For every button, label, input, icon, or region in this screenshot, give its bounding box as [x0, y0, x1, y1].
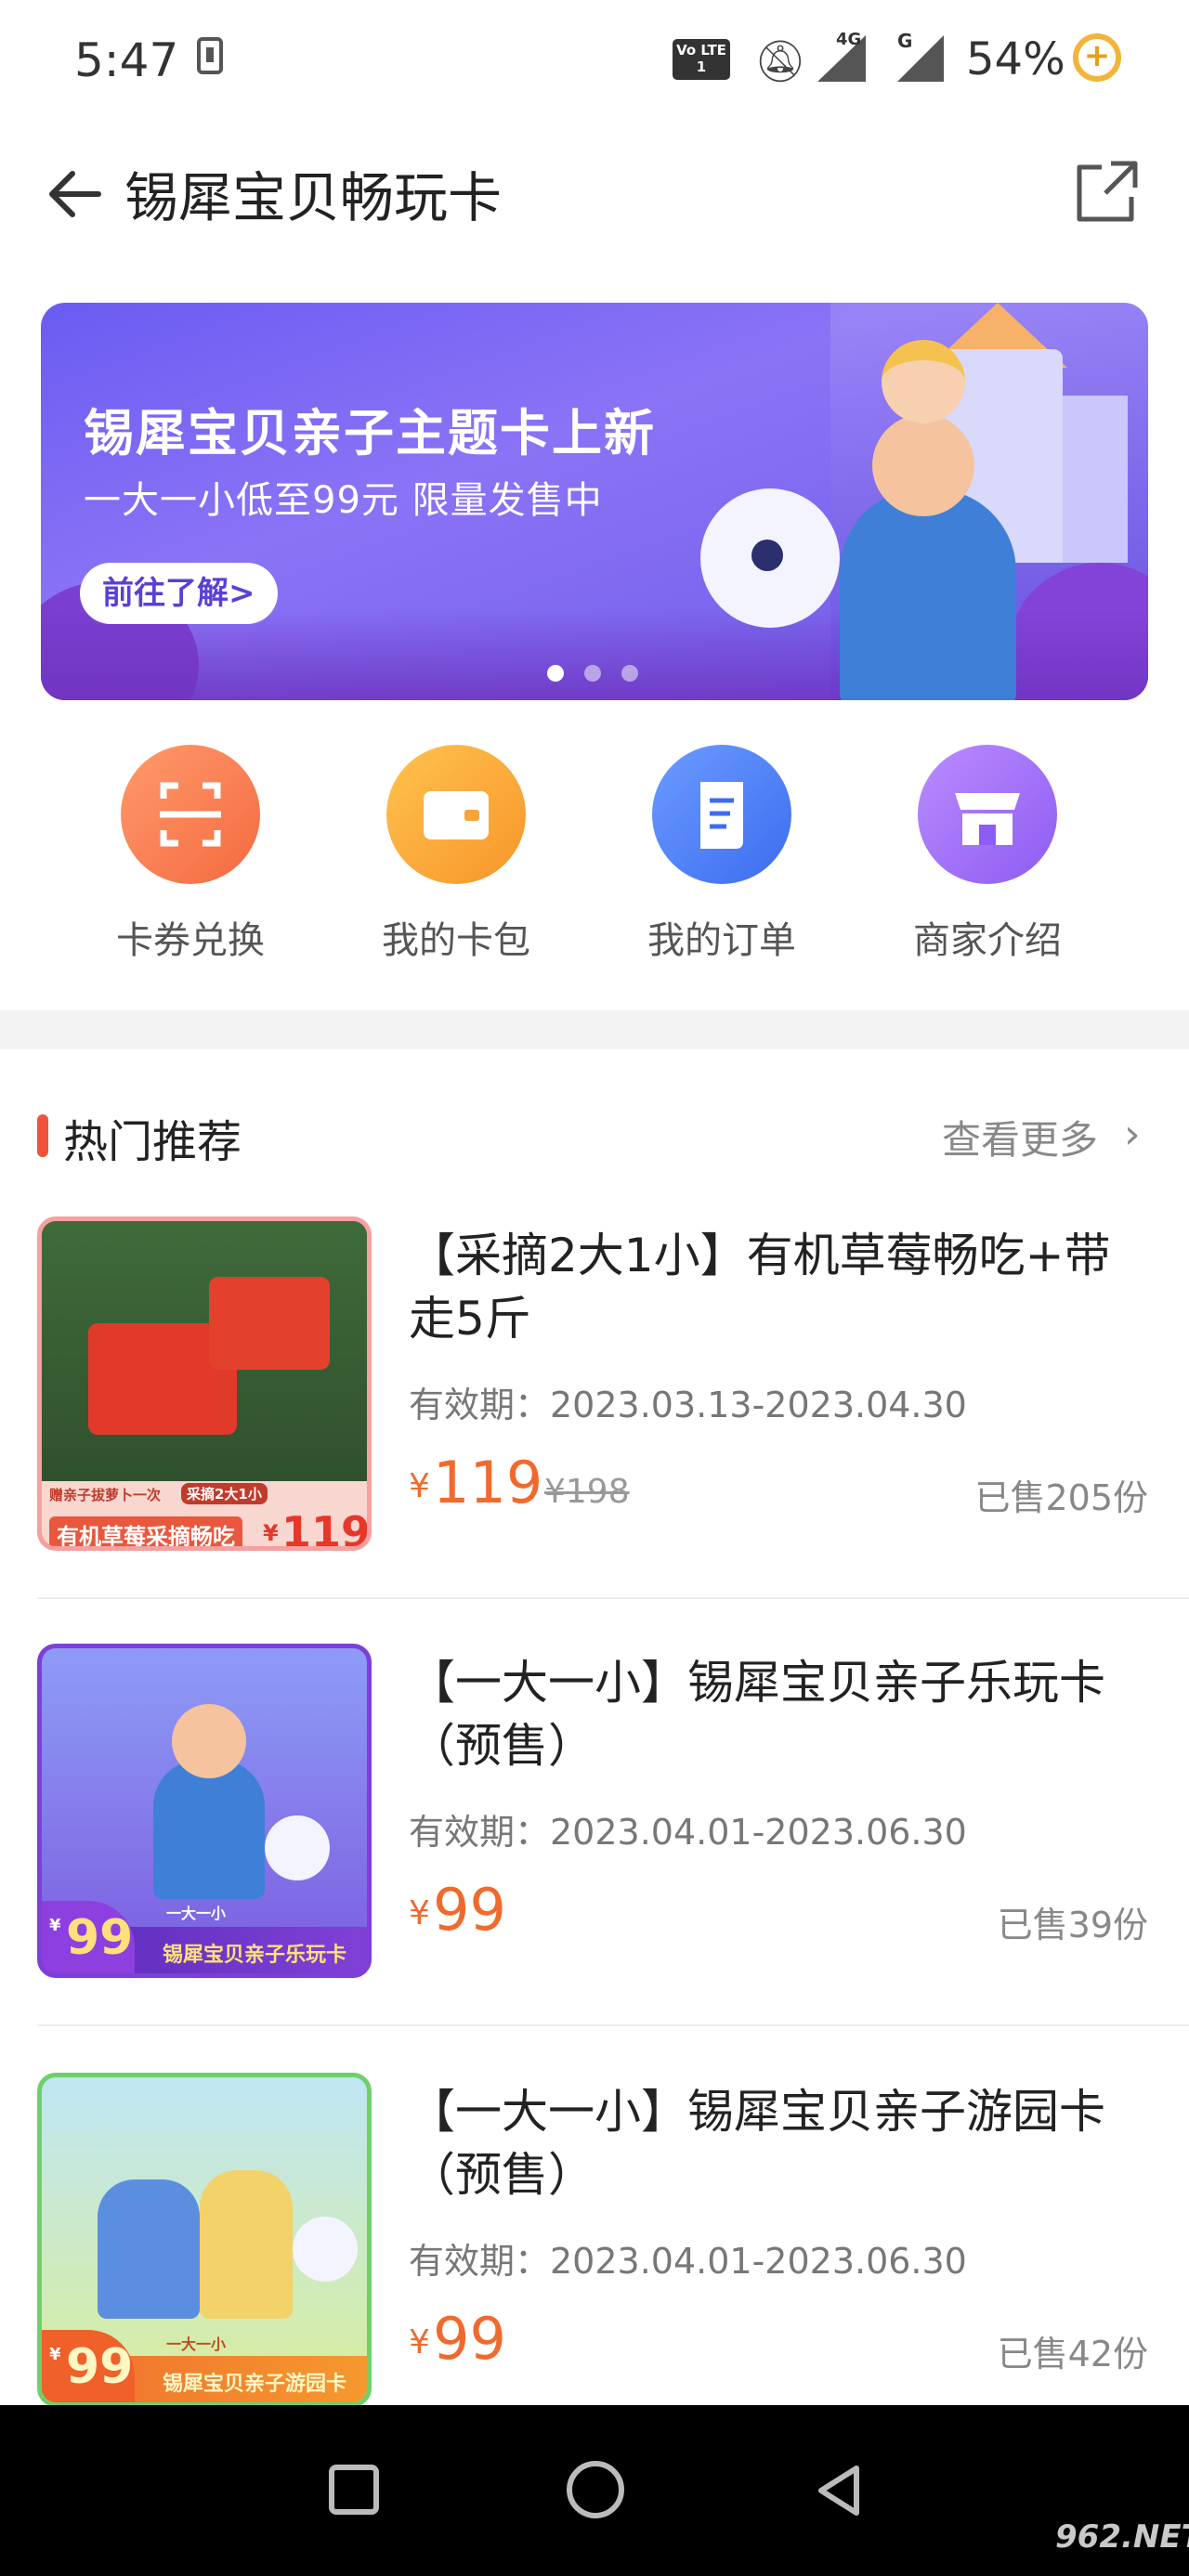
sold-count: 已售39份	[997, 1905, 1148, 1945]
status-bar: 5:47 Vo LTE 1 🔕︎ 4G G 54% +	[0, 0, 1189, 121]
signal-g-label: G	[897, 30, 913, 52]
action-label: 我的卡包	[382, 919, 530, 962]
thumb-tag: 赠亲子拔萝卜一次	[49, 1487, 162, 1503]
strawberry-basket	[209, 1277, 330, 1370]
thumb-price-currency: ¥	[263, 1520, 279, 1546]
section-separator	[0, 1010, 1189, 1049]
volte-icon: Vo LTE 1	[673, 39, 730, 80]
action-merchant-intro[interactable]: 商家介绍	[855, 734, 1120, 975]
product-item[interactable]: 一大一小 锡犀宝贝亲子乐玩卡 99 ¥ 【一大一小】锡犀宝贝亲子乐玩卡（预售） …	[0, 1644, 1189, 2073]
banner-dot-active[interactable]	[547, 665, 564, 682]
price-currency: ¥	[409, 1467, 430, 1505]
see-more-link[interactable]: 查看更多	[942, 1109, 1098, 1165]
action-label: 商家介绍	[913, 919, 1062, 962]
product-name: 【采摘2大1小】有机草莓畅吃+带走5斤	[409, 1229, 1111, 1346]
sold-count: 已售42份	[997, 2334, 1148, 2374]
share-icon[interactable]	[1074, 158, 1141, 225]
action-redeem-coupon[interactable]: 卡券兑换	[58, 734, 323, 975]
section-accent-bar	[37, 1114, 48, 1157]
castle-tower	[1063, 396, 1128, 563]
thumb-tag: 一大一小	[166, 1905, 227, 1922]
product-thumbnail: 一大一小 锡犀宝贝亲子游园卡 99 ¥	[37, 2073, 372, 2407]
store-icon	[918, 745, 1057, 884]
chevron-right-icon[interactable]: ›	[1124, 1111, 1141, 1158]
back-button[interactable]	[810, 2461, 869, 2520]
battery-level: 54%	[966, 33, 1065, 85]
action-my-wallet[interactable]: 我的卡包	[323, 734, 589, 975]
father-illustration	[98, 2179, 200, 2319]
child-illustration	[172, 1704, 246, 1778]
thumb-price-currency: ¥	[49, 2345, 61, 2364]
father-head	[872, 414, 974, 516]
mother-illustration	[200, 2170, 293, 2319]
mute-bell-icon: 🔕︎	[754, 38, 806, 85]
list-divider	[37, 1597, 1189, 1599]
price-currency: ¥	[409, 1894, 430, 1932]
action-label: 卡券兑换	[116, 919, 265, 962]
original-price: ¥198	[544, 1473, 630, 1511]
promo-banner[interactable]: 锡犀宝贝亲子主题卡上新 一大一小低至99元 限量发售中 前往了解>	[41, 303, 1148, 700]
action-my-orders[interactable]: 我的订单	[589, 734, 855, 975]
scan-icon	[121, 745, 260, 884]
father-illustration	[840, 488, 1016, 700]
thumb-price-badge: 119	[281, 1507, 372, 1551]
banner-dot[interactable]	[584, 665, 601, 682]
sold-count: 已售205份	[974, 1477, 1148, 1518]
banner-headline: 锡犀宝贝亲子主题卡上新	[84, 404, 656, 462]
rhino-mascot-eye	[751, 540, 783, 571]
list-divider	[37, 2024, 1189, 2026]
banner-cta-button[interactable]: 前往了解>	[80, 563, 278, 624]
thumb-caption: 锡犀宝贝亲子乐玩卡	[163, 1944, 347, 1967]
action-label: 我的订单	[647, 919, 796, 962]
thumb-caption: 锡犀宝贝亲子游园卡	[163, 2373, 347, 2396]
order-icon	[652, 745, 791, 884]
thumb-price-badge: 99	[66, 1910, 134, 1966]
home-button[interactable]	[567, 2461, 624, 2518]
thumb-price-badge: 99	[66, 2339, 134, 2395]
status-time: 5:47	[74, 33, 179, 87]
signal-4g-label: 4G	[836, 30, 862, 49]
banner-subline: 一大一小低至99元 限量发售中	[84, 479, 603, 522]
battery-saver-icon: +	[1073, 33, 1121, 82]
product-thumbnail: 赠亲子拔萝卜一次 采摘2大1小 有机草莓采摘畅吃 119 ¥	[37, 1216, 372, 1551]
wallet-icon	[386, 745, 526, 884]
rhino-mascot	[265, 1815, 330, 1880]
product-validity: 有效期：2023.04.01-2023.06.30	[409, 2241, 967, 2282]
thumb-tag: 采摘2大1小	[181, 1483, 268, 1504]
product-validity: 有效期：2023.04.01-2023.06.30	[409, 1812, 967, 1853]
back-arrow-icon[interactable]	[43, 162, 108, 227]
thumb-tag: 一大一小	[166, 2335, 227, 2353]
product-name: 【一大一小】锡犀宝贝亲子游园卡（预售）	[409, 2085, 1105, 2202]
price-currency: ¥	[409, 2323, 430, 2361]
child-illustration	[882, 340, 965, 423]
hot-recommend-header: 热门推荐 查看更多 ›	[0, 1077, 1189, 1198]
app-header: 锡犀宝贝畅玩卡	[0, 121, 1189, 260]
system-nav-bar	[0, 2405, 1189, 2576]
product-price: 119	[433, 1449, 543, 1516]
product-validity: 有效期：2023.03.13-2023.04.30	[409, 1385, 967, 1425]
banner-pagination	[547, 665, 649, 682]
section-title: 热门推荐	[63, 1116, 242, 1168]
watermark: 962.NET	[1055, 2518, 1189, 2556]
product-price: 99	[433, 1876, 506, 1944]
banner-dot[interactable]	[621, 665, 638, 682]
product-thumbnail: 一大一小 锡犀宝贝亲子乐玩卡 99 ¥	[37, 1644, 372, 1978]
thumb-price-currency: ¥	[49, 1916, 61, 1935]
quick-actions: 卡券兑换 我的卡包 我的订单 商家介绍	[0, 734, 1189, 1012]
product-item[interactable]: 赠亲子拔萝卜一次 采摘2大1小 有机草莓采摘畅吃 119 ¥ 【采摘2大1小】有…	[0, 1216, 1189, 1646]
rhino-mascot	[293, 2217, 358, 2282]
thumb-caption: 有机草莓采摘畅吃	[49, 1516, 242, 1546]
download-icon	[197, 37, 223, 74]
page-title: 锡犀宝贝畅玩卡	[124, 166, 503, 229]
father-illustration	[153, 1760, 265, 1899]
recent-apps-button[interactable]	[329, 2465, 379, 2515]
product-price: 99	[433, 2305, 506, 2373]
product-name: 【一大一小】锡犀宝贝亲子乐玩卡（预售）	[409, 1656, 1105, 1773]
